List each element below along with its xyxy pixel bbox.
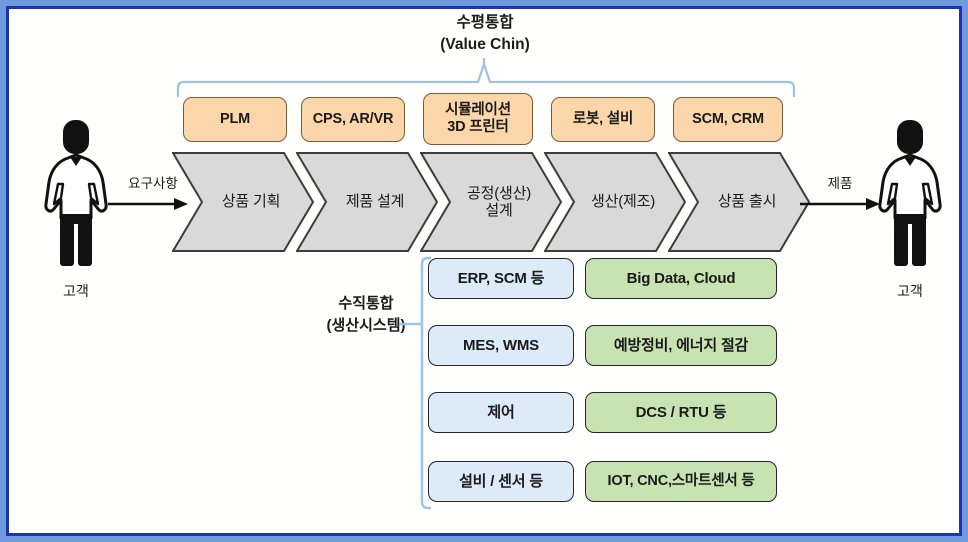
customer-right-icon — [872, 118, 948, 268]
system-box-mes-wms[interactable]: MES, WMS — [428, 325, 574, 366]
process-step-product-launch[interactable]: 상품 출시 — [668, 152, 810, 252]
diagram-stage: 수평통합 (Value Chin) PLM CPS, AR/VR 시뮬레이션 3… — [0, 0, 968, 542]
tech-label-iot-cnc-smartsensor: IOT, CNC,스마트센서 등 — [607, 472, 755, 489]
system-box-erp-scm[interactable]: ERP, SCM 등 — [428, 258, 574, 299]
system-label-control: 제어 — [487, 403, 515, 421]
enabler-box-cps-arvr[interactable]: CPS, AR/VR — [301, 97, 405, 142]
customer-right-label: 고객 — [897, 283, 923, 299]
enabler-label-simulation-3dprinter: 시뮬레이션 3D 프린터 — [445, 101, 511, 135]
process-step-product-design[interactable]: 제품 설계 — [296, 152, 438, 252]
requirements-arrow-icon — [108, 196, 190, 212]
tech-label-preventive-energy: 예방정비, 에너지 절감 — [613, 336, 749, 354]
tech-label-dcs-rtu: DCS / RTU 등 — [635, 403, 727, 421]
requirements-arrow-label: 요구사항 — [128, 176, 178, 191]
customer-left-icon — [38, 118, 114, 268]
enabler-label-scm-crm: SCM, CRM — [692, 110, 764, 127]
enabler-box-plm[interactable]: PLM — [183, 97, 287, 142]
tech-box-preventive-energy[interactable]: 예방정비, 에너지 절감 — [585, 325, 777, 366]
system-box-facility-sensor[interactable]: 설비 / 센서 등 — [428, 461, 574, 502]
process-step-process-design[interactable]: 공정(생산) 설계 — [420, 152, 562, 252]
horizontal-integration-bracket — [176, 58, 796, 98]
system-label-erp-scm: ERP, SCM 등 — [457, 269, 545, 287]
horizontal-integration-title-line2: (Value Chin) — [440, 36, 530, 53]
system-label-mes-wms: MES, WMS — [463, 336, 539, 354]
tech-box-dcs-rtu[interactable]: DCS / RTU 등 — [585, 392, 777, 433]
product-arrow-label: 제품 — [827, 176, 853, 191]
enabler-box-simulation-3dprinter[interactable]: 시뮬레이션 3D 프린터 — [423, 93, 533, 145]
product-arrow-icon — [800, 196, 882, 212]
process-step-product-planning[interactable]: 상품 기획 — [172, 152, 314, 252]
tech-box-bigdata-cloud[interactable]: Big Data, Cloud — [585, 258, 777, 299]
tech-box-iot-cnc-smartsensor[interactable]: IOT, CNC,스마트센서 등 — [585, 461, 777, 502]
system-box-control[interactable]: 제어 — [428, 392, 574, 433]
vertical-integration-bracket — [398, 256, 432, 510]
diagram-canvas: 수평통합 (Value Chin) PLM CPS, AR/VR 시뮬레이션 3… — [0, 0, 968, 542]
enabler-label-plm: PLM — [219, 110, 250, 127]
customer-left-label: 고객 — [63, 283, 89, 299]
enabler-label-cps-arvr: CPS, AR/VR — [312, 110, 394, 127]
system-label-facility-sensor: 설비 / 센서 등 — [459, 472, 543, 490]
enabler-box-scm-crm[interactable]: SCM, CRM — [673, 97, 783, 142]
enabler-label-robot-facility: 로봇, 설비 — [572, 110, 634, 127]
horizontal-integration-title-line1: 수평통합 — [456, 14, 514, 31]
process-step-production[interactable]: 생산(제조) — [544, 152, 686, 252]
tech-label-bigdata-cloud: Big Data, Cloud — [626, 269, 736, 287]
enabler-box-robot-facility[interactable]: 로봇, 설비 — [551, 97, 655, 142]
